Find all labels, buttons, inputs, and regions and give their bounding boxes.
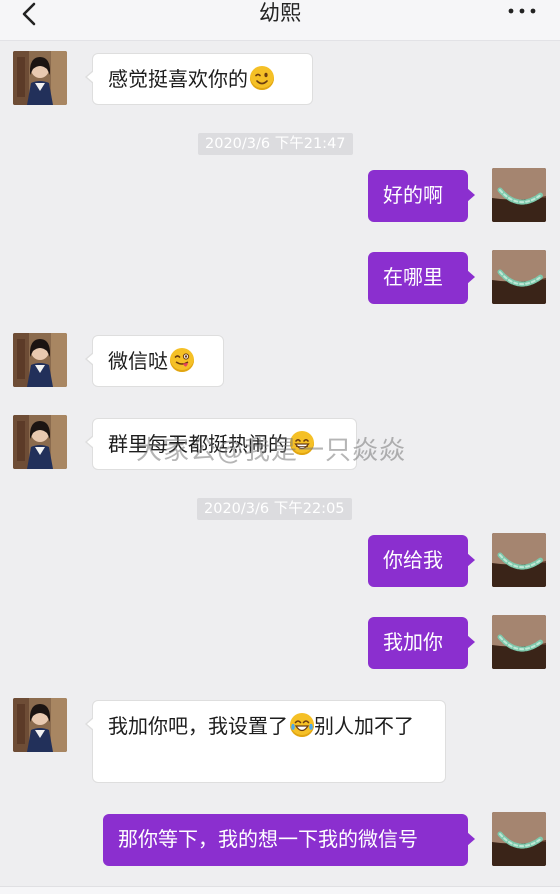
message-bubble-incoming[interactable]: 微信哒 — [85, 335, 224, 387]
my-avatar[interactable] — [492, 168, 546, 222]
message-text: 感觉挺喜欢你的 — [108, 67, 248, 91]
message-bubble-outgoing[interactable]: 好的啊 — [368, 170, 475, 222]
chat-title: 幼熙 — [259, 1, 301, 25]
message-bubble-outgoing[interactable]: 那你等下，我的想一下我的微信号 — [103, 814, 475, 866]
message-timestamp: 2020/3/6 下午22:05 — [197, 498, 352, 520]
message-bubble-incoming[interactable]: 群里每天都挺热闹的 — [85, 418, 357, 470]
message-text: 我加你吧，我设置了 — [108, 714, 288, 738]
message-text: 微信哒 — [108, 349, 168, 373]
message-text: 别人加不了 — [314, 714, 414, 738]
message-text: 在哪里 — [383, 265, 443, 289]
contact-avatar[interactable] — [13, 415, 67, 469]
my-avatar[interactable] — [492, 250, 546, 304]
message-bubble-outgoing[interactable]: 在哪里 — [368, 252, 475, 304]
my-avatar[interactable] — [492, 615, 546, 669]
contact-avatar[interactable] — [13, 333, 67, 387]
message-bubble-incoming[interactable]: 我加你吧，我设置了 别人加不了 — [85, 700, 446, 783]
message-text: 你给我 — [383, 548, 443, 572]
my-avatar[interactable] — [492, 533, 546, 587]
my-avatar[interactable] — [492, 812, 546, 866]
message-text: 我加你 — [383, 630, 443, 654]
contact-avatar[interactable] — [13, 51, 67, 105]
message-bubble-outgoing[interactable]: 我加你 — [368, 617, 475, 669]
wink-emoji-icon — [250, 66, 274, 90]
message-bubble-incoming[interactable]: 感觉挺喜欢你的 — [85, 53, 313, 105]
tears-of-joy-emoji-icon — [290, 713, 314, 737]
message-timestamp: 2020/3/6 下午21:47 — [198, 133, 353, 155]
grin-emoji-icon — [290, 431, 314, 455]
tongue-wink-emoji-icon — [170, 348, 194, 372]
message-text: 群里每天都挺热闹的 — [108, 432, 288, 456]
message-text: 那你等下，我的想一下我的微信号 — [118, 827, 418, 851]
message-text: 好的啊 — [383, 183, 443, 207]
more-options-icon[interactable] — [506, 4, 538, 18]
contact-avatar[interactable] — [13, 698, 67, 752]
chat-header: 幼熙 — [0, 0, 560, 41]
message-bubble-outgoing[interactable]: 你给我 — [368, 535, 475, 587]
